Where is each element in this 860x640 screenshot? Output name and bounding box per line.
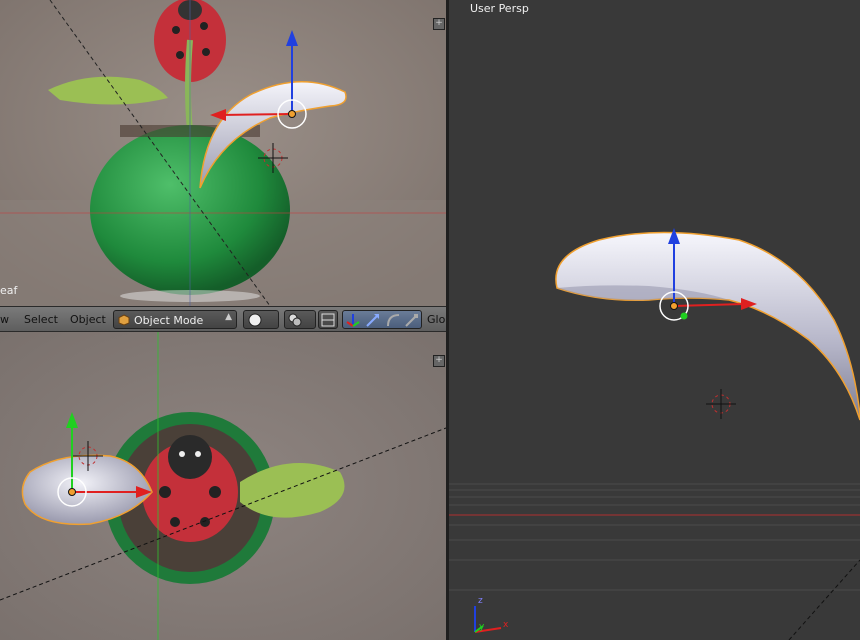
snap-icon <box>321 313 335 327</box>
manipulator-icon[interactable] <box>345 312 361 328</box>
top-viewport-scene <box>0 332 446 640</box>
menu-view[interactable]: w <box>0 313 9 326</box>
translate-icon[interactable] <box>365 312 381 328</box>
manipulator-group <box>342 310 422 329</box>
front-viewport-scene <box>0 0 446 306</box>
pivot-icon <box>288 313 302 327</box>
active-object-label: eaf <box>0 284 18 297</box>
menu-select[interactable]: Select <box>24 313 58 326</box>
gizmo-z-label: z <box>478 596 483 606</box>
snap-button[interactable] <box>318 310 338 329</box>
shading-dropdown[interactable] <box>243 310 279 329</box>
perspective-viewport[interactable]: User Persp z y x <box>449 0 860 640</box>
viewport-header: w Select Object Object Mode ▲ Glo <box>0 306 446 332</box>
gizmo-y-label: y <box>479 622 485 632</box>
shading-sphere-icon <box>248 313 262 327</box>
rotate-icon[interactable] <box>385 312 401 328</box>
orientation-dropdown[interactable]: Glo <box>427 313 445 326</box>
menu-object[interactable]: Object <box>70 313 106 326</box>
cube-mode-icon <box>118 314 130 326</box>
top-viewport[interactable] <box>0 332 446 640</box>
perspective-viewport-scene <box>449 0 860 640</box>
split-corner-icon[interactable]: + <box>433 18 445 30</box>
front-viewport[interactable]: eaf <box>0 0 446 306</box>
gizmo-x-label: x <box>503 620 509 630</box>
mode-label: Object Mode <box>134 314 204 327</box>
view-name-label: User Persp <box>470 2 529 15</box>
pivot-dropdown[interactable] <box>284 310 316 329</box>
updown-arrow-icon: ▲ <box>225 312 232 322</box>
split-corner-icon-2[interactable]: + <box>433 355 445 367</box>
mode-dropdown[interactable]: Object Mode ▲ <box>113 310 237 329</box>
scale-icon[interactable] <box>404 312 420 328</box>
